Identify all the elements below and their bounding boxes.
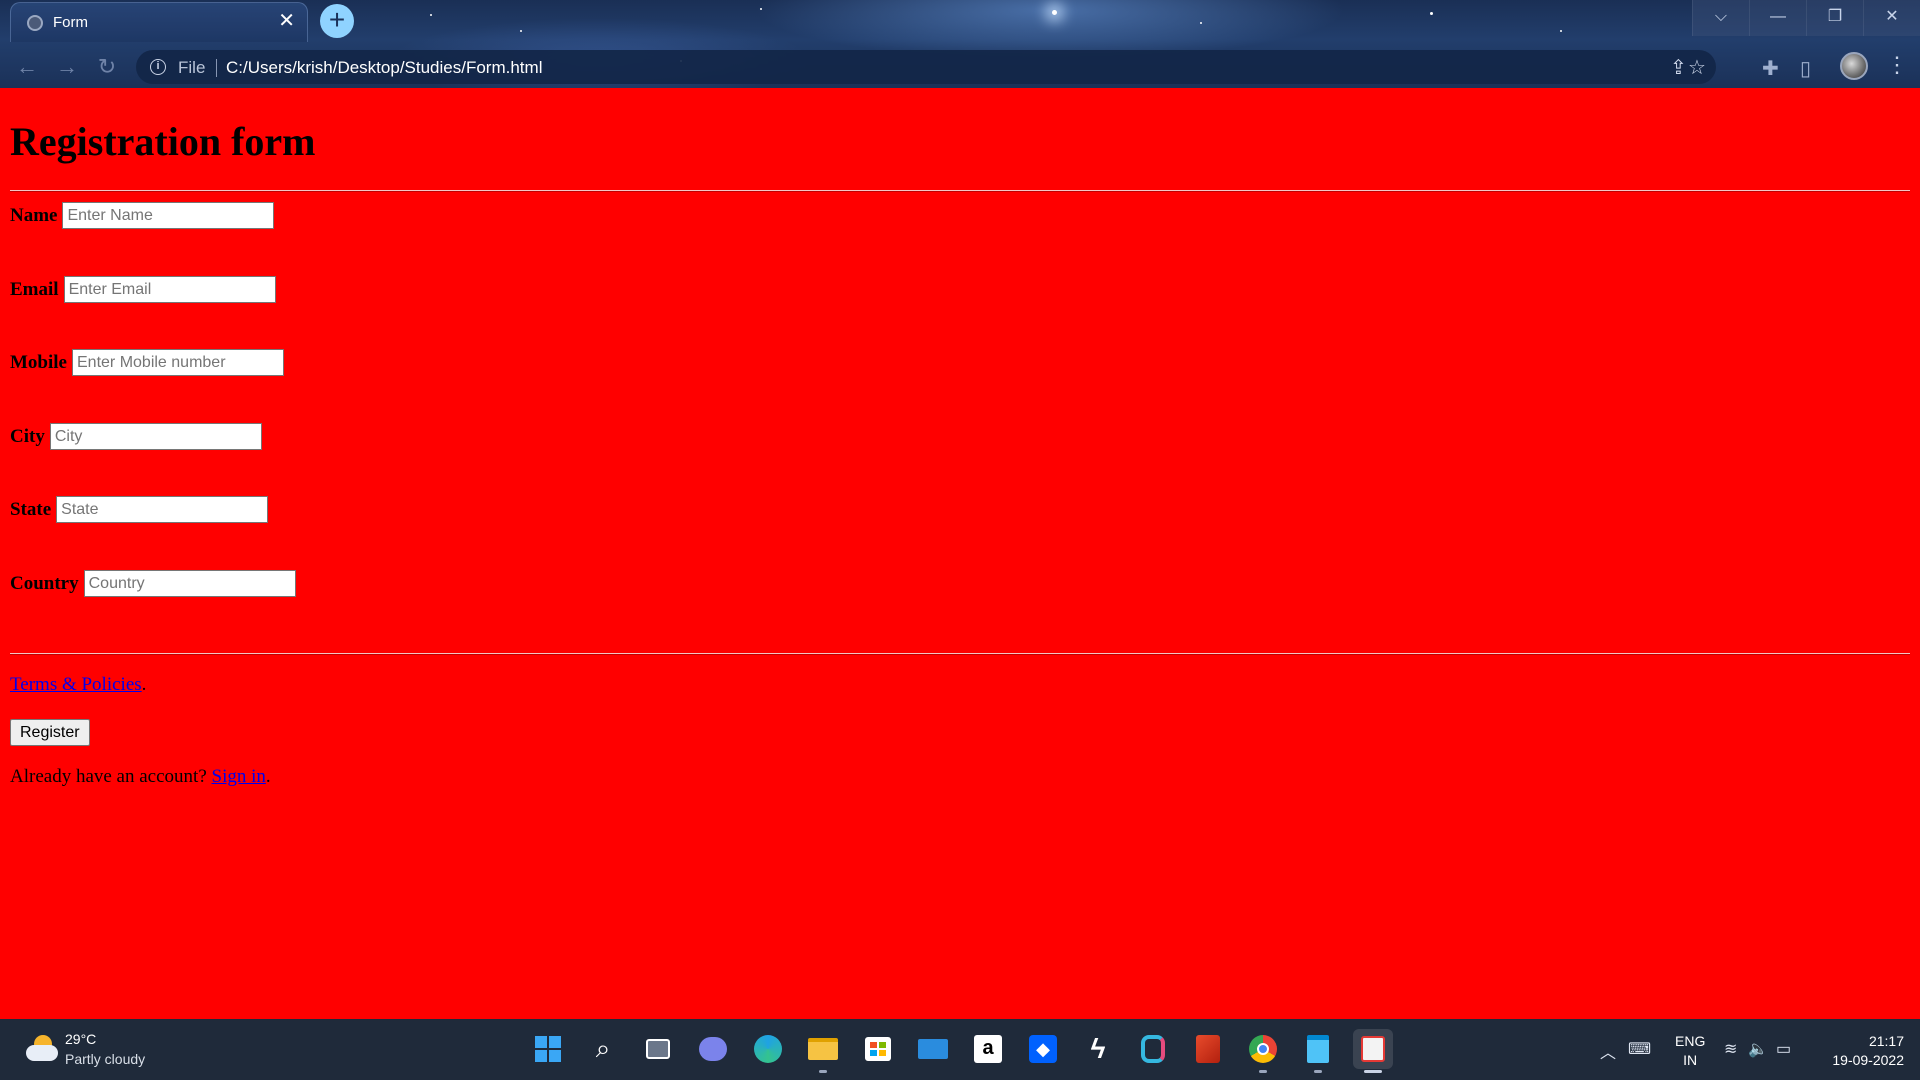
taskbar-apps: ⌕ a ◆ ϟ: [528, 1029, 1393, 1073]
reload-icon[interactable]: ↻: [92, 52, 122, 82]
search-icon[interactable]: ⌕: [583, 1029, 623, 1069]
signin-line: Already have an account? Sign in.: [10, 766, 271, 788]
terms-line: Terms & Policies.: [10, 674, 146, 696]
scheme-label: File: [178, 58, 206, 77]
top-divider: [10, 190, 1910, 192]
bottom-divider: [10, 653, 1910, 655]
notepad-icon[interactable]: [1298, 1029, 1338, 1073]
country-label: Country: [10, 572, 79, 594]
volume-icon[interactable]: 🔈: [1748, 1039, 1768, 1059]
url-text[interactable]: C:/Users/krish/Desktop/Studies/Form.html: [226, 58, 542, 78]
terms-link[interactable]: Terms & Policies: [10, 674, 142, 695]
city-label: City: [10, 425, 45, 447]
globe-icon: [27, 15, 43, 31]
language-indicator[interactable]: ENG IN: [1675, 1032, 1705, 1070]
keyboard-icon[interactable]: ⌨: [1628, 1039, 1651, 1059]
weather-description[interactable]: Partly cloudy: [65, 1051, 145, 1067]
email-input[interactable]: [63, 276, 276, 303]
chrome-icon[interactable]: [1243, 1029, 1283, 1073]
state-field: State: [10, 496, 269, 523]
minimize-icon[interactable]: —: [1749, 0, 1806, 36]
back-icon[interactable]: ←: [12, 52, 42, 82]
mail-icon[interactable]: [913, 1029, 953, 1069]
mobile-field: Mobile: [10, 349, 284, 376]
city-field: City: [10, 423, 262, 450]
teams-chat-icon[interactable]: [693, 1029, 733, 1069]
share-icon[interactable]: ⇪: [1670, 55, 1687, 80]
tab-search-icon[interactable]: ⌵: [1692, 0, 1749, 36]
city-input[interactable]: [49, 423, 262, 450]
new-tab-button[interactable]: +: [320, 4, 354, 38]
snipping-tool-icon[interactable]: [1353, 1029, 1393, 1073]
file-explorer-icon[interactable]: [803, 1029, 843, 1073]
microsoft-store-icon[interactable]: [858, 1029, 898, 1069]
info-icon[interactable]: i: [150, 59, 166, 75]
register-button[interactable]: Register: [10, 719, 90, 746]
wifi-icon[interactable]: ≋: [1724, 1039, 1737, 1059]
tab-title: Form: [53, 14, 88, 31]
mobile-input[interactable]: [72, 349, 284, 376]
country-input[interactable]: [83, 570, 296, 597]
clock-time: 21:17: [1868, 1033, 1904, 1049]
name-input[interactable]: [62, 202, 275, 229]
name-label: Name: [10, 204, 58, 226]
page-title: Registration form: [10, 119, 316, 164]
language-code: ENG: [1675, 1033, 1706, 1049]
language-region: IN: [1683, 1052, 1698, 1068]
visual-studio-icon[interactable]: [1133, 1029, 1173, 1069]
edge-icon[interactable]: [748, 1029, 788, 1069]
office-icon[interactable]: [1188, 1029, 1228, 1069]
country-field: Country: [10, 570, 296, 597]
side-panel-icon[interactable]: ▯: [1800, 56, 1811, 81]
signin-suffix: .: [265, 766, 271, 787]
restore-icon[interactable]: ❐: [1806, 0, 1863, 36]
profile-avatar[interactable]: [1840, 52, 1868, 80]
bookmark-star-icon[interactable]: ☆: [1688, 55, 1706, 80]
browser-menu-icon[interactable]: ⋮: [1886, 52, 1908, 78]
window-controls: ⌵ — ❐ ✕: [1692, 0, 1920, 36]
start-icon[interactable]: [528, 1029, 568, 1069]
signin-prompt: Already have an account?: [10, 766, 212, 787]
weather-temperature[interactable]: 29°C: [65, 1031, 96, 1047]
state-input[interactable]: [56, 496, 269, 523]
task-view-icon[interactable]: [638, 1029, 678, 1069]
clock-date: 19-09-2022: [1832, 1052, 1904, 1068]
clock[interactable]: 21:17 19-09-2022: [1774, 1032, 1904, 1070]
address-separator: [216, 59, 217, 77]
address-bar[interactable]: i File C:/Users/krish/Desktop/Studies/Fo…: [136, 50, 1716, 84]
dropbox-icon[interactable]: ◆: [1023, 1029, 1063, 1069]
tab-strip: Form ✕ + ⌵ — ❐ ✕: [0, 0, 1920, 42]
page-content: Registration form Name Email Mobile City…: [0, 88, 1920, 1019]
browser-chrome: Form ✕ + ⌵ — ❐ ✕ ← → ↻ i File C:/Users/k…: [0, 0, 1920, 88]
amazon-icon[interactable]: a: [968, 1029, 1008, 1069]
terms-suffix: .: [141, 674, 147, 695]
close-tab-icon[interactable]: ✕: [278, 11, 295, 31]
extensions-icon[interactable]: ✚: [1762, 56, 1779, 81]
taskbar: 29°C Partly cloudy ⌕ a ◆ ϟ ︿ ⌨ ENG IN ≋ …: [0, 1019, 1920, 1080]
email-label: Email: [10, 278, 59, 300]
email-field: Email: [10, 276, 276, 303]
signin-link[interactable]: Sign in: [212, 766, 266, 787]
app-icon[interactable]: ϟ: [1078, 1029, 1118, 1069]
chevron-up-icon[interactable]: ︿: [1600, 1039, 1616, 1063]
state-label: State: [10, 498, 52, 520]
close-window-icon[interactable]: ✕: [1863, 0, 1920, 36]
mobile-label: Mobile: [10, 351, 67, 373]
browser-tab[interactable]: Form ✕: [10, 2, 308, 42]
weather-icon[interactable]: [26, 1033, 60, 1063]
name-field: Name: [10, 202, 275, 229]
forward-icon[interactable]: →: [52, 52, 82, 82]
browser-toolbar: ← → ↻ i File C:/Users/krish/Desktop/Stud…: [0, 46, 1920, 88]
